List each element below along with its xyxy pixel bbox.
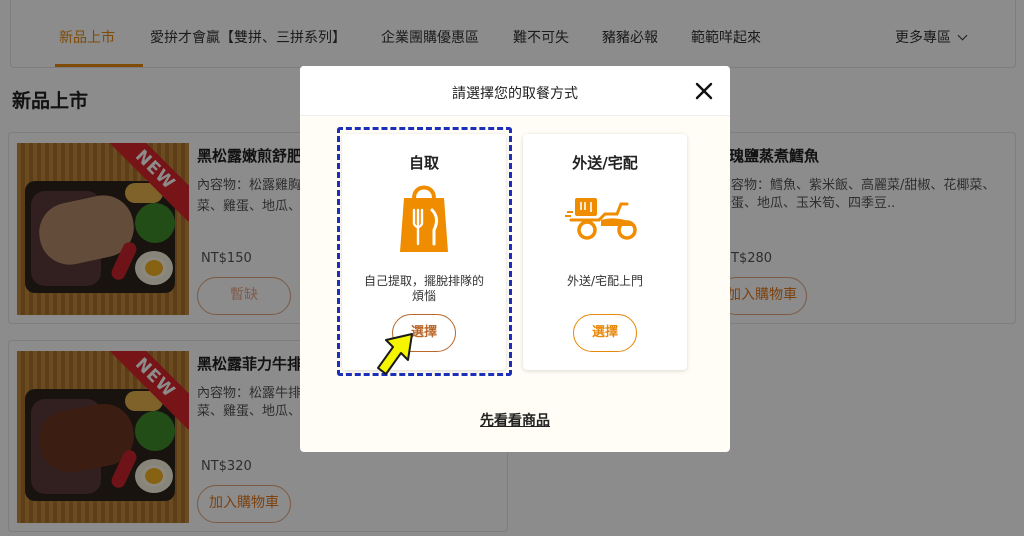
arrow-pointer-icon <box>374 330 418 380</box>
option-title: 外送/宅配 <box>572 154 638 172</box>
dialog-title: 請選擇您的取餐方式 <box>452 86 578 102</box>
option-desc: 外送/宅配上門 <box>566 274 644 288</box>
highlight-box <box>337 127 512 376</box>
close-icon[interactable] <box>693 80 715 102</box>
browse-products-link[interactable]: 先看看商品 <box>300 410 730 430</box>
dialog-header: 請選擇您的取餐方式 <box>300 66 730 116</box>
option-delivery[interactable]: 外送/宅配 外送/宅配上門 選擇 <box>523 134 687 370</box>
delivery-scooter-icon <box>565 176 645 256</box>
select-delivery-button[interactable]: 選擇 <box>573 314 637 352</box>
